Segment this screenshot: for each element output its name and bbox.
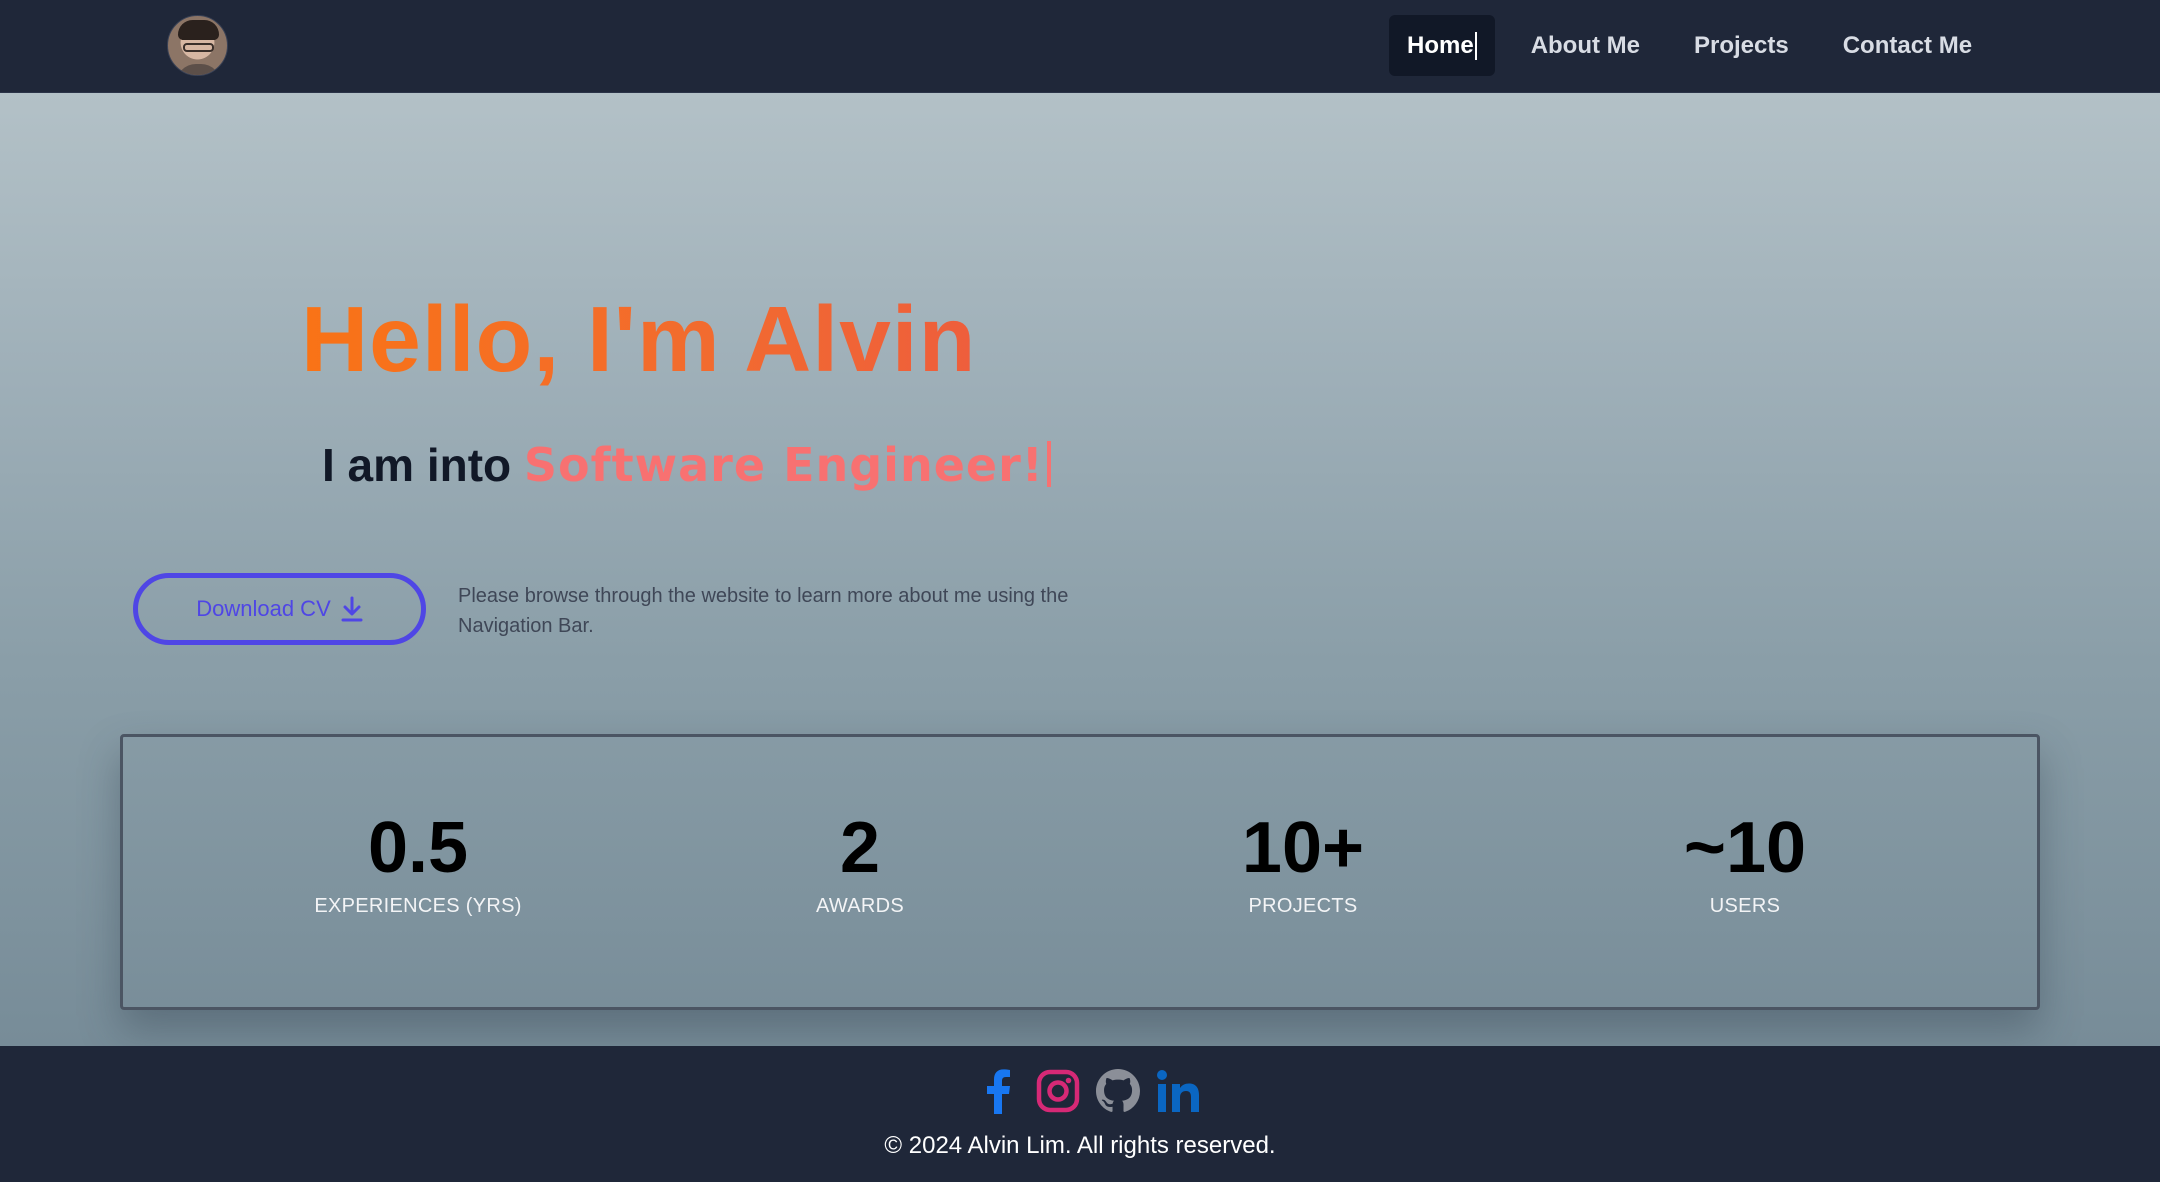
subtitle-typed-text: Software Engineer! (523, 438, 1044, 492)
browse-hint-text: Please browse through the website to lea… (458, 585, 1069, 637)
nav-link-label: About Me (1530, 31, 1640, 59)
stat-label: AWARDS (815, 895, 905, 917)
stats-panel: 0.5 EXPERIENCES (YRS) 2 AWARDS 10+ PROJE… (120, 734, 2040, 1010)
facebook-icon[interactable] (975, 1066, 1021, 1116)
hero-subtitle: I am into Software Engineer! (322, 438, 1051, 492)
stat-label: PROJECTS (1248, 895, 1358, 917)
subtitle-prefix: I am into (322, 439, 512, 491)
hero-section: Hello, I'm Alvin I am into Software Engi… (0, 93, 2160, 1046)
nav-link-home[interactable]: Home (1389, 15, 1495, 76)
stat-label: USERS (1709, 895, 1781, 917)
navbar: Home About Me Projects Contact Me (0, 0, 2160, 93)
copyright-text: © 2024 Alvin Lim. All rights reserved. (884, 1132, 1276, 1159)
nav-link-label: Home (1407, 31, 1474, 59)
text-caret (1474, 31, 1477, 60)
stat-value: ~10 (1683, 808, 1807, 888)
stat-experience: 0.5 EXPERIENCES (YRS) (268, 807, 568, 918)
download-cv-button[interactable]: Download CV (133, 573, 426, 645)
stat-awards: 2 AWARDS (710, 807, 1010, 918)
nav-link-label: Projects (1694, 31, 1789, 59)
stat-value: 2 (839, 808, 881, 888)
typing-cursor (1046, 441, 1051, 487)
nav-link-projects[interactable]: Projects (1676, 15, 1807, 76)
instagram-icon[interactable] (1035, 1066, 1081, 1116)
footer: © 2024 Alvin Lim. All rights reserved. (0, 1046, 2160, 1182)
stat-label: EXPERIENCES (YRS) (314, 895, 522, 917)
social-links (975, 1066, 1201, 1116)
hero-title: Hello, I'm Alvin (301, 287, 977, 391)
nav-link-label: Contact Me (1842, 31, 1973, 59)
stat-value: 0.5 (367, 808, 469, 888)
avatar[interactable] (167, 15, 228, 76)
stat-projects: 10+ PROJECTS (1153, 807, 1453, 918)
stat-users: ~10 USERS (1595, 807, 1895, 918)
nav-link-contact[interactable]: Contact Me (1825, 15, 1990, 76)
github-icon[interactable] (1095, 1066, 1141, 1116)
download-icon (341, 596, 363, 622)
nav-link-about[interactable]: About Me (1513, 15, 1658, 76)
linkedin-icon[interactable] (1155, 1066, 1201, 1116)
download-cv-label: Download CV (196, 596, 331, 621)
stat-value: 10+ (1241, 808, 1365, 888)
nav-links: Home About Me Projects Contact Me (1389, 15, 1990, 76)
